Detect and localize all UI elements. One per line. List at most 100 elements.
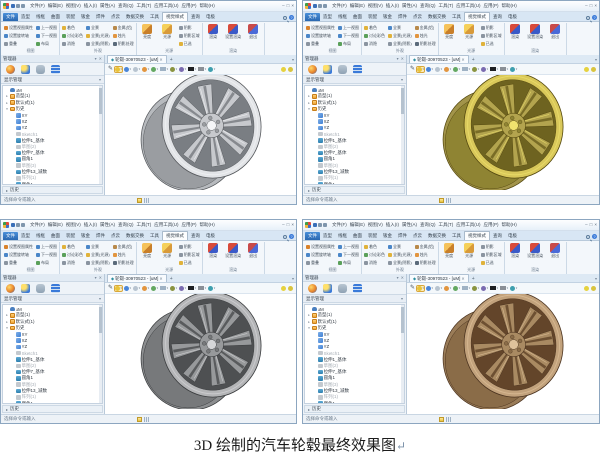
render-mode-icon[interactable]: ▾ (142, 66, 149, 72)
background-icon[interactable]: ▾ (510, 285, 517, 291)
ribbon-tab-查询[interactable]: 查询 (188, 13, 203, 21)
ribbon-tab-线框[interactable]: 线框 (335, 13, 350, 21)
menu-item[interactable]: 应用工具(U) (456, 222, 480, 228)
grid-toggle-icon[interactable]: ▾ (160, 286, 168, 290)
sketch-pencil-icon[interactable]: ✎ (108, 285, 113, 291)
ribbon-tab-曲面[interactable]: 曲面 (350, 232, 365, 240)
view-orient-icon[interactable] (288, 66, 293, 72)
ribbon-tab-焊件[interactable]: 焊件 (93, 232, 108, 240)
background-icon[interactable]: ▾ (510, 66, 517, 72)
ribbon-button[interactable]: 已选 (178, 259, 200, 266)
ribbon-button[interactable]: 设置旋转轴 (4, 32, 33, 39)
ribbon-big-button[interactable]: 光源 (461, 243, 478, 259)
close-icon[interactable]: × (291, 222, 294, 228)
help-icon[interactable]: ? (592, 234, 597, 239)
ribbon-tab-视觉样式[interactable]: 视觉样式 (464, 12, 490, 21)
ribbon-tab-文件[interactable]: 文件 (3, 232, 18, 240)
display-manager-bar[interactable]: 显示管理 ▾ (303, 295, 406, 303)
history-manager-icon[interactable] (6, 64, 15, 74)
new-document-tab[interactable]: + (167, 276, 176, 282)
zoom-all-icon[interactable] (281, 285, 286, 291)
prompt-icon[interactable] (439, 197, 445, 203)
menu-item[interactable]: 编辑(E) (350, 222, 365, 228)
menu-item[interactable]: 帮助(H) (502, 3, 517, 9)
section-view-icon[interactable]: ▾ (151, 285, 158, 291)
ribbon-button[interactable]: 布局 (338, 259, 359, 266)
menu-item[interactable]: 文件(F) (332, 3, 347, 9)
viewport-canvas[interactable] (105, 75, 296, 195)
ribbon-button[interactable]: 全景 (388, 243, 412, 250)
section-view-icon[interactable]: ▾ (453, 285, 460, 291)
menu-item[interactable]: 帮助(H) (200, 3, 215, 9)
hidden-line-icon[interactable]: ▾ (133, 66, 140, 72)
wireframe-mode-icon[interactable]: ▾ (124, 66, 131, 72)
ribbon-button[interactable]: 设置视图属性 (4, 24, 33, 31)
grid-icon[interactable] (446, 197, 452, 203)
minimize-icon[interactable]: ‒ (282, 3, 285, 9)
layer-manager-icon[interactable] (51, 283, 60, 293)
ribbon-button[interactable]: 金属(铝) (414, 243, 436, 250)
ribbon-big-button[interactable]: 退出 (245, 243, 262, 259)
ribbon-button[interactable]: 设置旋转轴 (306, 251, 335, 258)
ribbon-button[interactable]: 全景 (388, 24, 412, 31)
menu-item[interactable]: 视图(V) (368, 3, 383, 9)
ribbon-button[interactable]: 讨论彩色 (62, 32, 83, 39)
display-manager-bar[interactable]: 显示管理 ▾ (303, 76, 406, 84)
ribbon-big-button[interactable]: 光源 (159, 24, 176, 40)
ribbon-big-button[interactable]: 退出 (547, 243, 564, 259)
ribbon-tab-线框[interactable]: 线框 (335, 232, 350, 240)
ribbon-button[interactable]: 上一视图 (36, 243, 57, 250)
ribbon-tab-焊件[interactable]: 焊件 (395, 13, 410, 21)
sketch-edit-icon[interactable]: ▾ (170, 285, 177, 291)
viewport-canvas[interactable] (407, 294, 599, 414)
tree-scrollbar-thumb[interactable] (401, 88, 404, 114)
manager-close-icon[interactable]: ✕ (99, 275, 102, 280)
ribbon-tab-装配[interactable]: 装配 (63, 232, 78, 240)
ribbon-tab-点云[interactable]: 点云 (410, 232, 425, 240)
sketch-pencil-icon[interactable]: ✎ (410, 66, 415, 72)
ribbon-button[interactable]: 阴影 (178, 243, 200, 250)
undo-icon[interactable] (318, 223, 322, 227)
render-mode-icon[interactable]: ▾ (444, 285, 451, 291)
history-footer[interactable]: ▸ 历史 (304, 405, 405, 413)
manager-close-icon[interactable]: ✕ (401, 275, 404, 280)
document-tab[interactable]: ◆ 轮毂-30970523 - [uM] ✕ (409, 55, 469, 63)
ribbon-button[interactable]: 全景 (86, 243, 110, 250)
gray-swatch-icon[interactable]: ▾ (500, 286, 508, 290)
menu-item[interactable]: 编辑(E) (48, 222, 63, 228)
ribbon-tab-数据交换[interactable]: 数据交换 (425, 13, 449, 21)
ribbon-button[interactable]: 烛光 (112, 251, 134, 258)
ribbon-button[interactable]: 阴影处理 (414, 259, 436, 266)
maximize-icon[interactable]: □ (287, 222, 290, 228)
hidden-line-icon[interactable]: ▾ (133, 285, 140, 291)
new-document-tab[interactable]: + (167, 57, 176, 63)
document-tab[interactable]: ◆ 轮毂-30970523 - [uM] ✕ (107, 55, 167, 63)
ribbon-tab-钣金[interactable]: 钣金 (78, 232, 93, 240)
grid-icon[interactable] (143, 416, 149, 422)
save-icon[interactable] (313, 223, 317, 227)
black-swatch-icon[interactable]: ▾ (490, 286, 498, 290)
ribbon-button[interactable]: 设置旋转轴 (4, 251, 33, 258)
ribbon-tab-查询[interactable]: 查询 (188, 232, 203, 240)
ribbon-big-button[interactable]: 渲染 (507, 243, 524, 259)
ribbon-tab-曲面[interactable]: 曲面 (48, 232, 63, 240)
menu-item[interactable]: 应用工具(U) (154, 3, 178, 9)
assembly-manager-icon[interactable] (323, 283, 332, 293)
menu-item[interactable]: 工具(T) (137, 3, 152, 9)
ribbon-button[interactable]: 讨论彩色 (364, 251, 385, 258)
ribbon-button[interactable]: 消隐 (62, 40, 83, 47)
menu-item[interactable]: 应用(P) (182, 222, 197, 228)
history-footer[interactable]: ▸ 历史 (304, 186, 405, 194)
ribbon-tab-工具[interactable]: 工具 (449, 13, 464, 21)
ribbon-tab-视觉样式[interactable]: 视觉样式 (464, 231, 490, 240)
view-orient-icon[interactable] (288, 285, 293, 291)
material-icon[interactable]: ▾ (481, 285, 488, 291)
hidden-line-icon[interactable]: ▾ (435, 285, 442, 291)
section-view-icon[interactable]: ▾ (151, 66, 158, 72)
ribbon-button[interactable]: 着色 (62, 24, 83, 31)
render-mode-icon[interactable]: ▾ (142, 285, 149, 291)
ribbon-tab-电极[interactable]: 电极 (203, 13, 218, 21)
zoom-all-icon[interactable] (584, 66, 589, 72)
help-icon[interactable]: ? (289, 15, 294, 20)
render-mode-icon[interactable]: ▾ (444, 66, 451, 72)
